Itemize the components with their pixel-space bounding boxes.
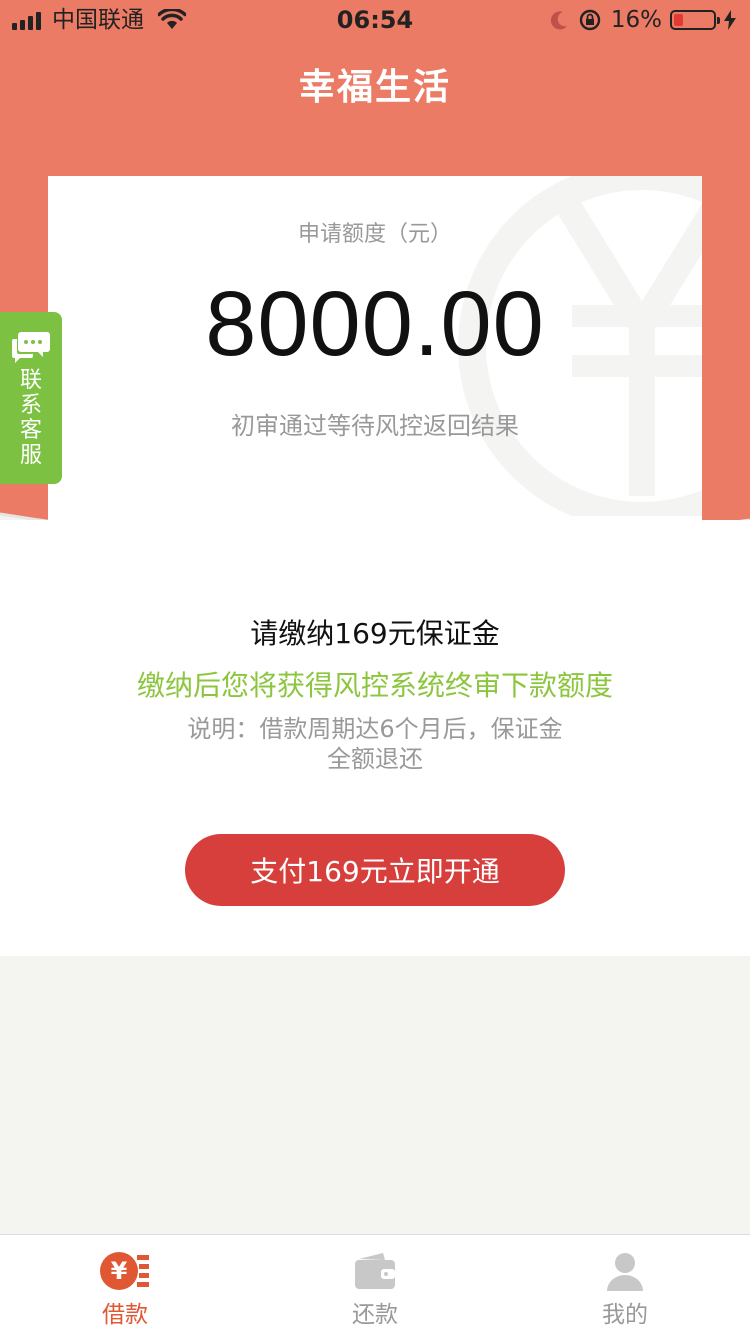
amount-value: 8000.00: [205, 273, 545, 375]
customer-service-label: 联系客服: [19, 368, 42, 468]
svg-text:¥: ¥: [111, 1257, 128, 1285]
chat-icon: [12, 332, 50, 363]
deposit-subtitle: 缴纳后您将获得风控系统终审下款额度: [136, 669, 613, 702]
wallet-icon: [355, 1253, 395, 1289]
amount-card: 申请额度（元） 8000.00 初审通过等待风控返回结果: [48, 176, 702, 536]
battery-icon: [670, 10, 720, 30]
charging-icon: [724, 10, 736, 30]
battery-percent: 16%: [610, 7, 662, 33]
tab-bar: ¥ 借款 还款 我的: [0, 1234, 750, 1334]
deposit-note: 说明：借款周期达6个月后，保证金 全额退还: [175, 714, 575, 774]
tab-loan[interactable]: ¥ 借款: [0, 1235, 250, 1334]
deposit-note-line2: 全额退还: [327, 745, 423, 773]
customer-service-button[interactable]: 联系客服: [0, 312, 62, 484]
tab-mine-label: 我的: [602, 1302, 648, 1328]
tab-repay-label: 还款: [352, 1302, 398, 1328]
amount-label: 申请额度（元）: [297, 222, 452, 247]
review-status: 初审通过等待风控返回结果: [231, 412, 519, 440]
deposit-title: 请缴纳169元保证金: [250, 617, 500, 650]
moon-icon: [550, 11, 567, 30]
tab-loan-label: 借款: [102, 1302, 148, 1328]
rotation-lock-icon: [579, 9, 601, 31]
status-bar: 中国联通 06:54 16%: [0, 0, 750, 40]
tab-mine[interactable]: 我的: [500, 1235, 750, 1334]
deposit-note-line1: 说明：借款周期达6个月后，保证金: [187, 715, 563, 743]
page-title: 幸福生活: [298, 67, 451, 108]
pay-button[interactable]: 支付169元立即开通: [185, 834, 565, 906]
loan-icon: ¥: [100, 1252, 149, 1290]
tab-repay[interactable]: 还款: [250, 1235, 500, 1334]
user-icon: [607, 1253, 643, 1291]
